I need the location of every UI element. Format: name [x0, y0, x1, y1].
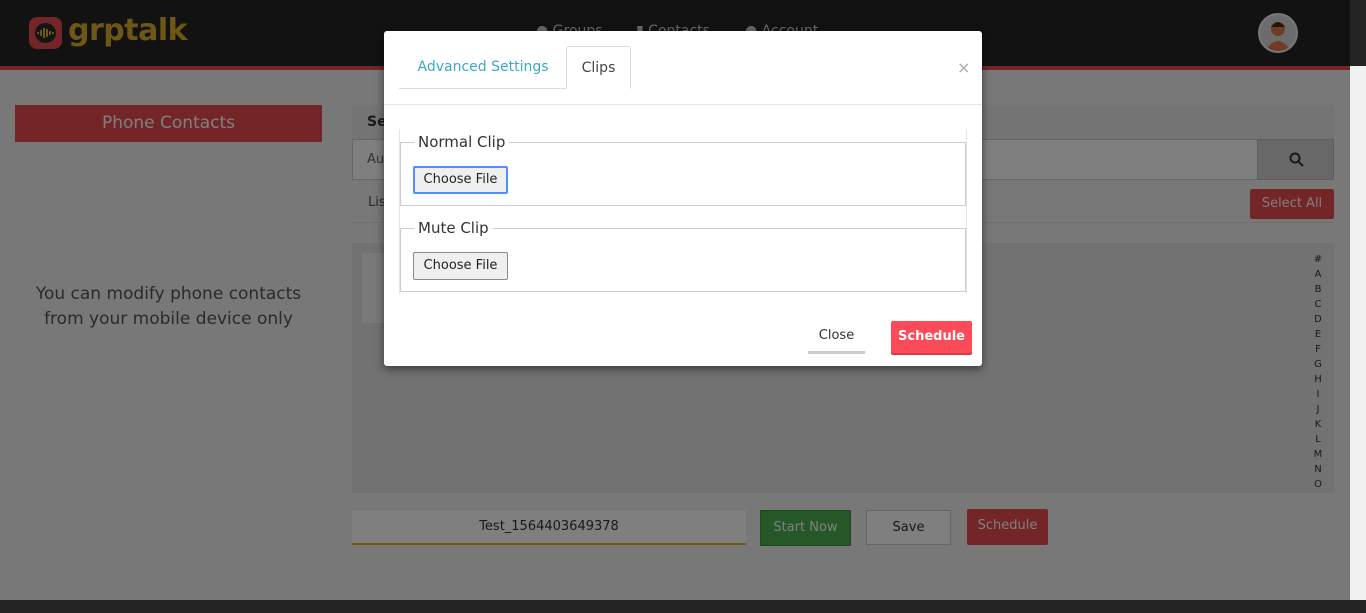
- tab-clips[interactable]: Clips: [566, 46, 631, 89]
- tab-advanced-settings[interactable]: Advanced Settings: [399, 46, 567, 89]
- modal-schedule-button[interactable]: Schedule: [891, 321, 972, 355]
- page-scrollbar[interactable]: [1350, 66, 1366, 601]
- mute-clip-legend: Mute Clip: [414, 218, 493, 238]
- footer-bar: [0, 600, 1366, 613]
- clips-modal: Advanced Settings Clips × Normal Clip Ch…: [384, 31, 982, 366]
- modal-close-button[interactable]: Close: [808, 320, 865, 354]
- normal-clip-legend: Normal Clip: [414, 132, 510, 152]
- mute-clip-file-input[interactable]: Choose File: [413, 252, 508, 280]
- normal-clip-file-input[interactable]: Choose File: [413, 166, 508, 194]
- close-icon[interactable]: ×: [957, 60, 970, 76]
- modal-header-divider: [384, 104, 982, 105]
